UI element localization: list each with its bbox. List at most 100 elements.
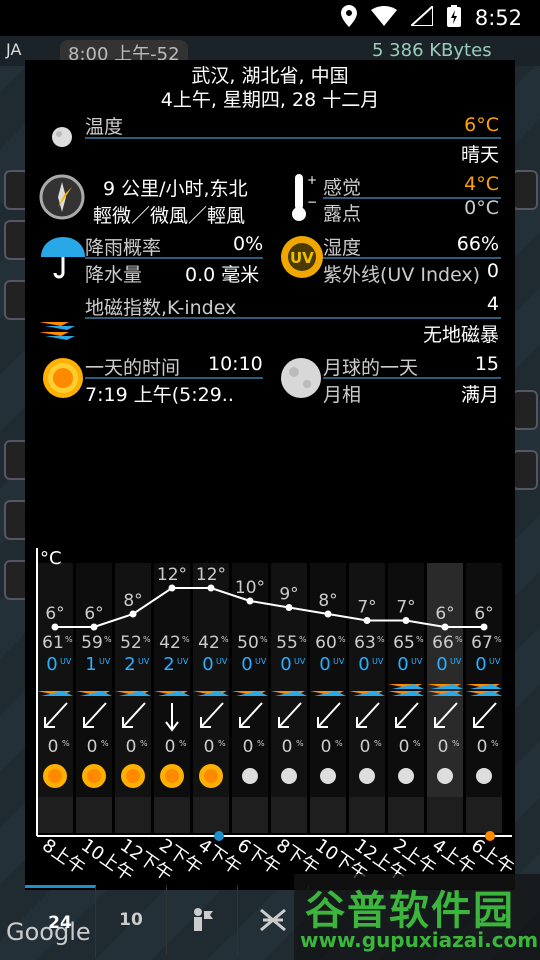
moon-icon [398, 768, 414, 784]
uv-value: 0 [46, 654, 57, 675]
humidity-value: 61 [42, 633, 64, 653]
temperature-point [207, 584, 215, 592]
uv-unit: UV [138, 657, 150, 666]
humidity-value: 60 [315, 633, 337, 653]
uv-unit: UV [411, 657, 423, 666]
humidity-value: 42 [159, 633, 181, 653]
temperature-label: 7° [357, 598, 376, 618]
hour-cloud-bar [154, 797, 190, 833]
precip-value: 0 [321, 737, 332, 757]
humidity-unit: % [221, 635, 229, 644]
precip-unit: % [140, 739, 148, 748]
uv-unit: UV [450, 657, 462, 666]
precip-unit: % [335, 739, 343, 748]
watermark-url: www.gupuxiazai.com [300, 928, 539, 952]
sun-icon [204, 769, 218, 783]
temperature-label: 12° [196, 565, 226, 585]
x-tick-label: 8上午 [38, 835, 89, 879]
humidity-unit: % [143, 635, 151, 644]
precip-unit: % [257, 739, 265, 748]
precip-value: 0 [48, 737, 59, 757]
uv-value: 0 [280, 654, 291, 675]
x-tick-label: 4下午 [194, 835, 245, 879]
humidity-value: 66 [432, 633, 454, 653]
hour-cloud-bar [193, 797, 229, 833]
uv-unit: UV [216, 657, 228, 666]
humidity-unit: % [416, 635, 424, 644]
temperature-label: 6° [474, 604, 493, 624]
tab-24-hours[interactable]: 24 [25, 885, 96, 958]
uv-value: 0 [202, 654, 213, 675]
humidity-unit: % [65, 635, 73, 644]
moon-icon [281, 768, 297, 784]
temperature-label: 8° [123, 591, 142, 611]
satellite-icon [260, 908, 286, 932]
hour-cloud-bar [466, 797, 502, 833]
hour-cloud-bar [310, 797, 346, 833]
temperature-point [480, 623, 488, 631]
humidity-value: 63 [354, 633, 376, 653]
humidity-unit: % [299, 635, 307, 644]
precip-unit: % [374, 739, 382, 748]
temperature-label: 6° [45, 604, 64, 624]
humidity-value: 55 [276, 633, 298, 653]
precip-unit: % [452, 739, 460, 748]
precip-unit: % [62, 739, 70, 748]
moon-icon [476, 768, 492, 784]
uv-unit: UV [255, 657, 267, 666]
precip-unit: % [218, 739, 226, 748]
humidity-value: 67 [471, 633, 493, 653]
humidity-unit: % [182, 635, 190, 644]
temperature-label: 7° [396, 598, 415, 618]
sunrise-marker [485, 831, 495, 841]
temperature-point [285, 604, 293, 611]
precip-unit: % [179, 739, 187, 748]
bottom-tab-bar: 24 10 [25, 885, 325, 958]
precip-value: 0 [165, 737, 176, 757]
temperature-point [129, 610, 137, 618]
y-axis-label: °C [40, 548, 62, 569]
hour-cloud-bar [76, 797, 112, 833]
temperature-label: 8° [318, 591, 337, 611]
uv-value: 2 [163, 654, 174, 675]
humidity-value: 42 [198, 633, 220, 653]
hour-cloud-bar [427, 797, 463, 833]
x-tick-label: 6下午 [233, 835, 284, 879]
tab-activity[interactable] [167, 885, 238, 955]
x-tick-label: 8下午 [272, 835, 323, 879]
sun-icon [48, 769, 62, 783]
uv-unit: UV [294, 657, 306, 666]
hourly-forecast-chart: °C6°61 %0 UV0 %8上午6°59 %1 UV0 %10上午8°52 %2 UV0 %1… [36, 548, 518, 886]
sun-icon [126, 769, 140, 783]
uv-value: 0 [475, 654, 486, 675]
moon-icon [320, 768, 336, 784]
temperature-point [90, 623, 98, 631]
precip-value: 0 [282, 737, 293, 757]
humidity-value: 50 [237, 633, 259, 653]
humidity-unit: % [338, 635, 346, 644]
temperature-point [324, 610, 332, 618]
precip-value: 0 [126, 737, 137, 757]
temperature-label: 9° [279, 585, 298, 605]
humidity-value: 59 [81, 633, 103, 653]
uv-unit: UV [333, 657, 345, 666]
temperature-point [402, 617, 410, 624]
tab-10-days[interactable]: 10 [96, 885, 167, 955]
hour-cloud-bar [271, 797, 307, 833]
hour-column [154, 563, 190, 833]
now-marker [214, 831, 224, 841]
uv-value: 2 [124, 654, 135, 675]
humidity-unit: % [494, 635, 502, 644]
precip-unit: % [413, 739, 421, 748]
x-tick-label: 6上午 [467, 835, 518, 879]
person-flag-icon [194, 908, 213, 931]
moon-icon [437, 768, 453, 784]
uv-unit: UV [489, 657, 501, 666]
humidity-unit: % [260, 635, 268, 644]
moon-icon [359, 768, 375, 784]
sun-icon [87, 769, 101, 783]
temperature-label: 10° [235, 578, 265, 598]
temperature-point [246, 597, 254, 605]
moon-icon [242, 768, 258, 784]
uv-value: 1 [85, 654, 96, 675]
